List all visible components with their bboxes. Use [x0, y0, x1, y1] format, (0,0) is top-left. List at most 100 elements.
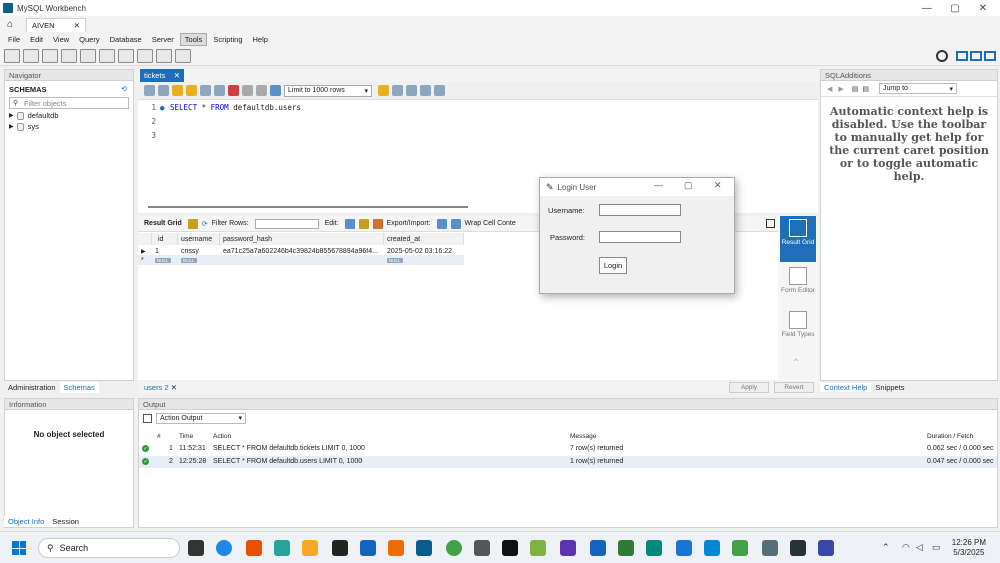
menu-scripting[interactable]: Scripting [209, 34, 246, 45]
cell-username[interactable]: crissy [178, 248, 220, 255]
add-snippet-icon[interactable] [378, 85, 389, 96]
limit-rows-select[interactable]: Limit to 1000 rows ▾ [284, 84, 372, 97]
app-infinity-icon[interactable] [274, 540, 290, 556]
close-icon[interactable]: ✕ [171, 383, 177, 392]
refresh-icon[interactable]: ⟳ [202, 220, 208, 228]
open-sql-script-icon[interactable] [23, 48, 39, 63]
explain-icon[interactable] [200, 85, 211, 96]
feather-app-icon[interactable] [530, 540, 546, 556]
menu-database[interactable]: Database [106, 34, 146, 45]
expand-arrow-icon[interactable]: ▶ [9, 123, 14, 130]
dialog-maximize-button[interactable]: ▢ [684, 180, 693, 191]
schema-item-sys[interactable]: ▶ sys [5, 121, 133, 132]
reconnect-icon[interactable] [175, 48, 191, 63]
minimize-button[interactable]: — [912, 0, 942, 16]
menu-file[interactable]: File [4, 34, 24, 45]
grid-icon[interactable] [187, 218, 198, 229]
volume-icon[interactable]: ◁ [916, 542, 923, 553]
revert-button[interactable]: Revert [774, 382, 814, 393]
new-sql-tab-icon[interactable] [4, 48, 20, 63]
taskbar-search[interactable]: ⚲ Search [38, 538, 180, 558]
settings-gear-icon[interactable] [936, 50, 948, 62]
invisible-chars-icon[interactable] [420, 85, 431, 96]
stop-on-error-icon[interactable] [228, 85, 239, 96]
app-flower-icon[interactable] [560, 540, 576, 556]
capcut-icon[interactable] [502, 540, 518, 556]
commit-icon[interactable] [242, 85, 253, 96]
column-header[interactable]: id [152, 233, 178, 245]
toggle-secondary-sidebar-icon[interactable] [984, 51, 996, 61]
connection-tab-aiven[interactable]: AIVEN ✕ [26, 18, 86, 32]
cell-password-hash[interactable]: ea71c25a7a602246b4c39824b855678894a96f4.… [220, 248, 384, 255]
tab-context-help[interactable]: Context Help [820, 383, 872, 392]
column-header[interactable]: created_at [384, 233, 464, 245]
forward-icon[interactable]: ▶ [838, 85, 843, 93]
command-prompt-icon[interactable] [790, 540, 806, 556]
username-input[interactable] [599, 204, 681, 216]
vscode-icon[interactable] [704, 540, 720, 556]
execute-current-icon[interactable] [186, 85, 197, 96]
notepad-icon[interactable] [360, 540, 376, 556]
twitch-icon[interactable] [474, 540, 490, 556]
jump-to-select[interactable]: Jump to ▾ [879, 83, 958, 94]
delete-row-icon[interactable] [372, 218, 383, 229]
editor-scrollbar[interactable] [148, 206, 468, 208]
schema-item-defaultdb[interactable]: ▶ defaultdb [5, 110, 133, 121]
battery-icon[interactable]: ▭ [932, 542, 941, 553]
column-header[interactable]: password_hash [220, 233, 384, 245]
menu-tools[interactable]: Tools [179, 32, 208, 46]
home-icon[interactable]: ⌂ [0, 16, 20, 32]
edit-row-icon[interactable] [344, 218, 355, 229]
expand-arrow-icon[interactable]: ▶ [9, 112, 14, 119]
dialog-close-button[interactable]: ✕ [714, 180, 722, 191]
output-row[interactable]: ✓ 2 12:25:28 SELECT * FROM defaultdb.use… [139, 456, 997, 468]
password-input[interactable] [599, 231, 681, 243]
export-icon[interactable] [436, 218, 447, 229]
wifi-icon[interactable]: ◠ [902, 542, 910, 553]
open-file-icon[interactable] [144, 85, 155, 96]
login-button[interactable]: Login [599, 257, 627, 274]
mysql-workbench-taskbar-icon[interactable] [416, 540, 432, 556]
copy-icon[interactable] [143, 413, 152, 423]
cell-id[interactable]: 1 [152, 248, 178, 255]
app-network-icon[interactable] [676, 540, 692, 556]
find-icon[interactable] [406, 85, 417, 96]
form-editor-button[interactable]: Form Editor [780, 264, 816, 306]
tab-schemas[interactable]: Schemas [59, 382, 99, 393]
file-explorer-icon[interactable] [302, 540, 318, 556]
field-types-button[interactable]: Field Types [780, 308, 816, 350]
apply-button[interactable]: Apply [729, 382, 769, 393]
toggle-sidebar-icon[interactable] [956, 51, 968, 61]
insert-row-icon[interactable] [358, 218, 369, 229]
windows-start-icon[interactable] [12, 541, 26, 555]
taskbar-clock[interactable]: 12:26 PM 5/3/2025 [952, 538, 986, 558]
tab-administration[interactable]: Administration [4, 382, 60, 393]
create-procedure-icon[interactable] [118, 48, 134, 63]
excel-icon[interactable] [618, 540, 634, 556]
tab-snippets[interactable]: Snippets [871, 383, 908, 392]
inspector-icon[interactable] [42, 48, 58, 63]
filter-objects-input[interactable]: ⚲ Filter objects [9, 97, 129, 109]
snipping-tool-icon[interactable] [388, 540, 404, 556]
close-icon[interactable]: ✕ [74, 21, 80, 30]
terminal-icon[interactable] [332, 540, 348, 556]
manual-help-icon[interactable]: ▤ [852, 85, 859, 93]
beautify-icon[interactable] [392, 85, 403, 96]
tab-object-info[interactable]: Object Info [4, 516, 49, 527]
close-button[interactable]: ✕ [968, 0, 998, 16]
close-icon[interactable]: ✕ [174, 71, 180, 80]
panel-toggle-icon[interactable] [766, 219, 775, 228]
search-table-data-icon[interactable] [156, 48, 172, 63]
scroll-chevrons-icon[interactable]: ⌃ [792, 358, 800, 369]
stop-icon[interactable] [214, 85, 225, 96]
create-view-icon[interactable] [99, 48, 115, 63]
save-icon[interactable] [158, 85, 169, 96]
back-icon[interactable]: ◀ [827, 85, 832, 93]
sublime-icon[interactable] [246, 540, 262, 556]
create-schema-icon[interactable] [61, 48, 77, 63]
calculator-icon[interactable] [762, 540, 778, 556]
menu-query[interactable]: Query [75, 34, 103, 45]
edge-icon[interactable] [216, 540, 232, 556]
filter-rows-input[interactable] [254, 218, 319, 229]
tray-chevron-icon[interactable]: ⌃ [882, 542, 890, 553]
